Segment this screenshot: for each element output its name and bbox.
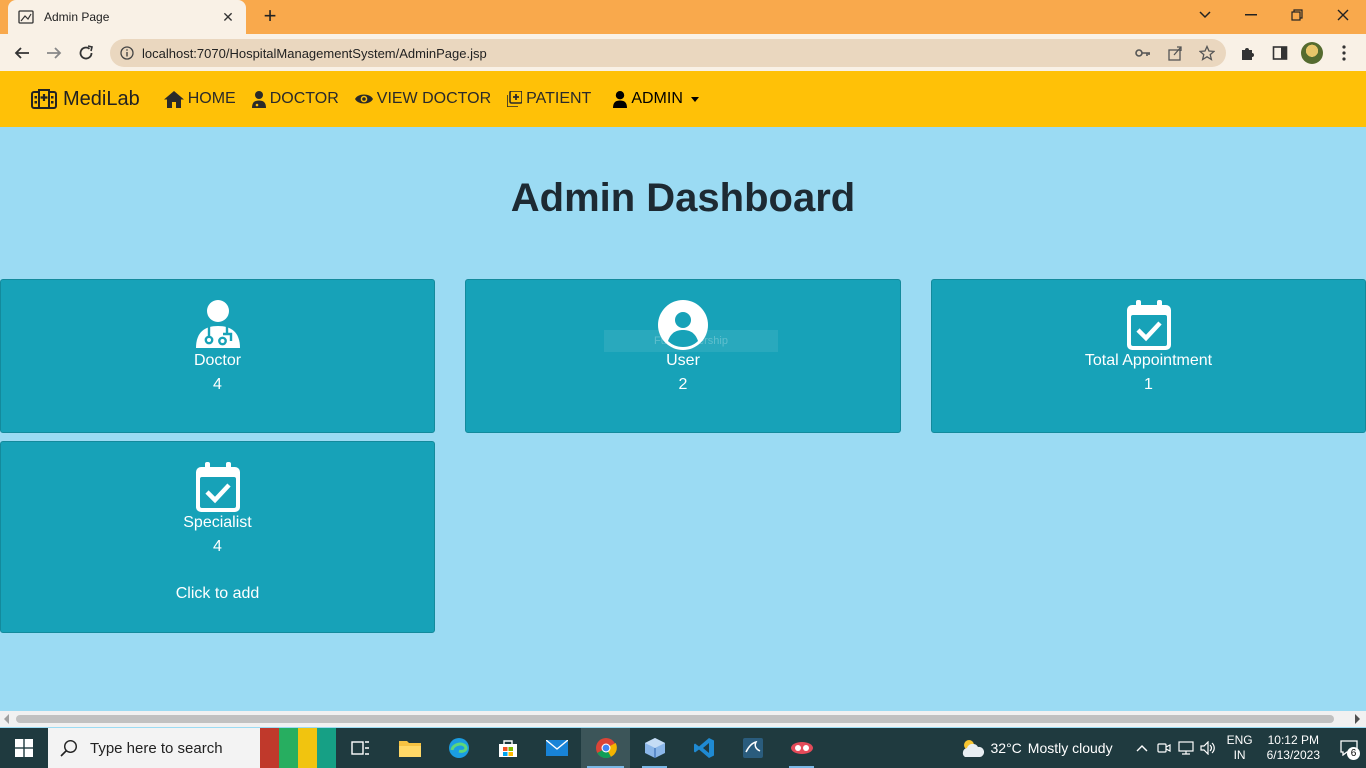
- reload-icon[interactable]: [73, 40, 99, 66]
- virtualbox-icon[interactable]: [630, 728, 679, 768]
- task-view-icon[interactable]: [336, 728, 385, 768]
- clock[interactable]: 10:12 PM 6/13/2023: [1267, 733, 1320, 763]
- calendar-check-icon: [1124, 300, 1174, 350]
- clock-date: 6/13/2023: [1266, 748, 1320, 762]
- page-favicon-icon: [18, 10, 34, 24]
- tab-search-chevron-icon[interactable]: [1190, 3, 1220, 27]
- notes-medical-icon: [507, 91, 523, 107]
- user-card-label: User: [666, 352, 700, 369]
- nav-patient-link[interactable]: PATIENT: [507, 90, 591, 108]
- network-icon[interactable]: [1175, 737, 1197, 759]
- file-explorer-icon[interactable]: [385, 728, 434, 768]
- calendar-check-icon: [193, 462, 243, 512]
- browser-tab[interactable]: Admin Page ✕: [8, 0, 246, 34]
- snipping-tool-icon[interactable]: [777, 728, 826, 768]
- chrome-browser-icon[interactable]: [581, 728, 630, 768]
- volume-icon[interactable]: [1197, 737, 1219, 759]
- eye-icon: [354, 94, 373, 104]
- page-title: Admin Dashboard: [510, 176, 856, 220]
- cloudy-weather-icon: [962, 740, 984, 757]
- clock-time: 10:12 PM: [1267, 733, 1319, 747]
- language-code: ENG: [1226, 733, 1253, 747]
- brand-logo[interactable]: MediLab: [31, 88, 140, 111]
- doctor-card-count: 4: [213, 376, 222, 393]
- browser-menu-icon[interactable]: [1333, 42, 1355, 64]
- user-card[interactable]: Full-Ownership User 2: [465, 279, 901, 433]
- new-tab-button[interactable]: +: [258, 5, 282, 29]
- nav-home-label: HOME: [187, 90, 236, 107]
- windows-start-icon[interactable]: [0, 728, 48, 768]
- specialist-card[interactable]: Specialist 4 Click to add: [0, 441, 435, 633]
- taskbar-search-box[interactable]: Type here to search: [48, 728, 336, 768]
- brand-name: MediLab: [63, 87, 140, 110]
- user-card-count: 2: [678, 376, 688, 393]
- doctor-card-label: Doctor: [193, 352, 242, 369]
- meet-now-icon[interactable]: [1153, 737, 1175, 759]
- nav-admin-dropdown[interactable]: ADMIN: [613, 90, 699, 108]
- share-icon[interactable]: [1166, 44, 1184, 62]
- weather-widget[interactable]: 32°C Mostly cloudy: [959, 737, 1113, 759]
- omnibox[interactable]: localhost:7070/HospitalManagementSystem/…: [110, 39, 1226, 67]
- bookmark-star-icon[interactable]: [1198, 44, 1216, 62]
- extensions-puzzle-icon[interactable]: [1237, 42, 1259, 64]
- minimize-icon[interactable]: [1236, 3, 1266, 27]
- appointment-card[interactable]: Total Appointment 1: [931, 279, 1366, 433]
- scroll-left-icon[interactable]: [4, 714, 9, 724]
- nav-doctor-link[interactable]: DOCTOR: [251, 90, 339, 108]
- site-info-icon[interactable]: [120, 46, 134, 60]
- scroll-right-icon[interactable]: [1355, 714, 1360, 724]
- nav-admin-label: ADMIN: [631, 90, 683, 107]
- back-arrow-icon[interactable]: [9, 40, 35, 66]
- edge-browser-icon[interactable]: [434, 728, 483, 768]
- nav-view-doctor-link[interactable]: VIEW DOCTOR: [354, 90, 492, 108]
- key-icon[interactable]: [1134, 44, 1152, 62]
- input-language[interactable]: ENG IN: [1227, 733, 1253, 763]
- specialist-card-label: Specialist: [183, 514, 252, 531]
- user-doctor-icon: [251, 90, 266, 108]
- windows-taskbar: Type here to search 32°C Mostly cloudy E…: [0, 728, 1366, 768]
- side-panel-icon[interactable]: [1269, 42, 1291, 64]
- restore-icon[interactable]: [1282, 3, 1312, 27]
- weather-desc: Mostly cloudy: [1027, 740, 1113, 756]
- show-hidden-icons-chevron-icon[interactable]: [1131, 737, 1153, 759]
- weather-temp: 32°C: [990, 740, 1022, 756]
- appointment-card-label: Total Appointment: [1084, 352, 1213, 369]
- notification-center-icon[interactable]: 6: [1332, 728, 1366, 768]
- nav-doctor-label: DOCTOR: [269, 90, 339, 107]
- vscode-icon[interactable]: [679, 728, 728, 768]
- tab-title: Admin Page: [44, 10, 110, 24]
- doctor-icon: [193, 300, 243, 350]
- browser-tab-bar: Admin Page ✕ +: [0, 0, 1366, 34]
- user-circle-icon: [658, 300, 708, 350]
- search-placeholder: Type here to search: [90, 739, 223, 757]
- nav-patient-label: PATIENT: [526, 90, 592, 107]
- nav-view-doctor-label: VIEW DOCTOR: [376, 90, 492, 107]
- home-icon: [163, 90, 184, 108]
- mail-icon[interactable]: [532, 728, 581, 768]
- region-code: IN: [1233, 748, 1246, 762]
- microsoft-store-icon[interactable]: [483, 728, 532, 768]
- horizontal-scrollbar[interactable]: [0, 711, 1366, 727]
- hospital-icon: [31, 89, 57, 109]
- search-icon: [60, 739, 78, 757]
- specialist-card-count: 4: [213, 538, 222, 555]
- profile-avatar[interactable]: [1301, 42, 1323, 64]
- dropdown-caret-icon: [690, 96, 699, 102]
- notification-count-badge: 6: [1347, 747, 1360, 760]
- url-text[interactable]: localhost:7070/HospitalManagementSystem/…: [142, 46, 1120, 61]
- appointment-card-count: 1: [1144, 376, 1153, 393]
- close-window-icon[interactable]: [1328, 3, 1358, 27]
- scrollbar-thumb[interactable]: [16, 715, 1334, 723]
- forward-arrow-icon[interactable]: [41, 40, 67, 66]
- app-navbar: MediLab HOME DOCTOR VIEW DOCTOR PATIENT …: [0, 71, 1366, 127]
- user-icon: [613, 90, 628, 108]
- browser-address-bar: localhost:7070/HospitalManagementSystem/…: [0, 34, 1366, 71]
- tab-close-icon[interactable]: ✕: [220, 9, 236, 26]
- mysql-workbench-icon[interactable]: [728, 728, 777, 768]
- system-tray: 32°C Mostly cloudy ENG IN 10:12 PM 6/13/…: [959, 728, 1366, 768]
- click-to-add-link[interactable]: Click to add: [1, 585, 434, 603]
- search-highlight-image: [260, 728, 336, 768]
- nav-home-link[interactable]: HOME: [163, 90, 236, 108]
- doctor-card[interactable]: Doctor 4: [0, 279, 435, 433]
